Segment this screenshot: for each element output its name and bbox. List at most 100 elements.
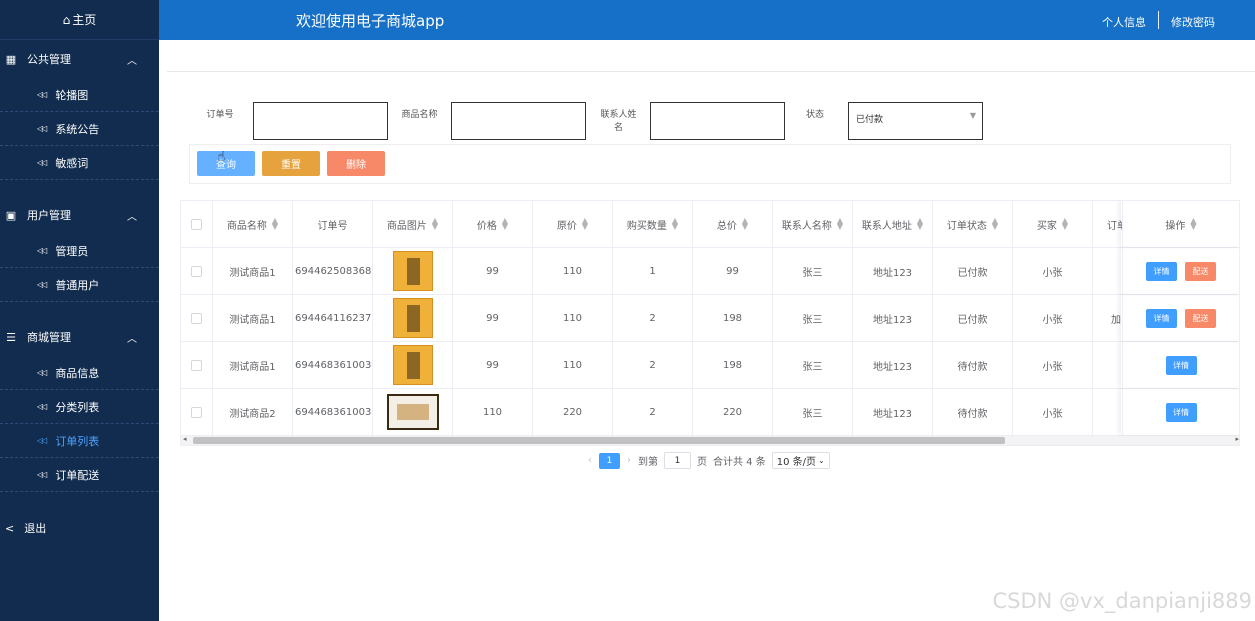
table-cell: 2 [613, 342, 693, 388]
horizontal-scrollbar[interactable]: ◂ ▸ [181, 435, 1239, 445]
scrollbar-thumb[interactable] [193, 437, 1005, 444]
change-password-link[interactable]: 修改密码 [1159, 14, 1227, 30]
column-header[interactable]: 买家 ▲ ▼ [1013, 201, 1093, 247]
cell-value: 张三 [802, 267, 823, 279]
sidebar-group-mall[interactable]: ☰ 商城管理 ︿ [0, 318, 159, 356]
cell-value: 小张 [1042, 314, 1063, 326]
column-header-label: 联系人名称 [781, 220, 832, 232]
sort-icon[interactable]: ▲ ▼ [992, 217, 998, 231]
sidebar-item-admin[interactable]: ◁◁ 管理员 [0, 234, 159, 268]
contact-name-input[interactable] [650, 102, 785, 140]
sidebar-item-products[interactable]: ◁◁ 商品信息 [0, 356, 159, 390]
row-actions-cell: 详情 配送 [1121, 248, 1239, 294]
table-cell: 110 [533, 342, 613, 388]
sidebar-item-notice[interactable]: ◁◁ 系统公告 [0, 112, 159, 146]
column-header-label: 订单号 [317, 220, 348, 232]
table-cell [373, 389, 453, 435]
sidebar-item-carousel[interactable]: ◁◁ 轮播图 [0, 78, 159, 112]
sort-icon[interactable]: ▲ ▼ [1062, 217, 1068, 231]
column-header[interactable]: 原价 ▲ ▼ [533, 201, 613, 247]
select-all-checkbox[interactable] [191, 218, 202, 230]
cell-value: 地址123 [872, 408, 913, 420]
sort-icon[interactable]: ▲ ▼ [502, 217, 508, 231]
sidebar-item-label: 商品信息 [55, 366, 100, 380]
scroll-right-icon[interactable]: ▸ [1235, 435, 1239, 443]
app-title: 欢迎使用电子商城app [296, 12, 445, 30]
sort-icon[interactable]: ▲ ▼ [432, 217, 438, 231]
sidebar-item-normal-users[interactable]: ◁◁ 普通用户 [0, 268, 159, 302]
row-checkbox[interactable] [191, 265, 202, 277]
table-cell [373, 248, 453, 294]
sidebar-group-users[interactable]: ▣ 用户管理 ︿ [0, 196, 159, 234]
profile-link[interactable]: 个人信息 [1090, 14, 1158, 30]
table-cell: 地址123 [853, 295, 933, 341]
product-name-input[interactable] [451, 102, 586, 140]
column-header[interactable]: 操作 ▲ ▼ [1121, 201, 1239, 247]
page-number-current[interactable]: 1 [599, 452, 620, 469]
query-button[interactable]: 查询 [197, 151, 255, 176]
table-cell: 已付款 [933, 248, 1013, 294]
cell-value: 待付款 [957, 361, 988, 373]
sort-icon[interactable]: ▲ ▼ [917, 217, 923, 231]
cell-value: 地址123 [872, 267, 913, 279]
prev-page-icon[interactable]: ‹ [588, 455, 592, 466]
save-icon: ▣ [5, 208, 17, 222]
row-select-cell [181, 342, 213, 388]
sort-icon[interactable]: ▲ ▼ [272, 217, 278, 231]
sidebar-logout[interactable]: < 退出 [0, 510, 159, 546]
sort-icon[interactable]: ▲ ▼ [1190, 217, 1196, 231]
sidebar-item-label: 系统公告 [55, 122, 100, 136]
sidebar-item-categories[interactable]: ◁◁ 分类列表 [0, 390, 159, 424]
sidebar-home[interactable]: ⌂ 主页 [0, 0, 159, 40]
row-checkbox[interactable] [191, 406, 202, 418]
ship-button[interactable]: 配送 [1185, 308, 1216, 328]
column-header-label: 购买数量 [626, 220, 667, 232]
next-page-icon[interactable]: › [627, 455, 631, 466]
cell-value: 地址123 [872, 314, 913, 326]
sort-icon[interactable]: ▲ ▼ [672, 217, 678, 231]
delete-button[interactable]: 删除 [327, 151, 385, 176]
order-no-label: 订单号 [206, 110, 234, 120]
table-cell: 测试商品1 [213, 248, 293, 294]
row-checkbox[interactable] [191, 359, 202, 371]
column-header[interactable]: 订单 [1093, 201, 1123, 247]
reset-button[interactable]: 重置 [262, 151, 320, 176]
sidebar: ⌂ 主页 ▦ 公共管理 ︿ ◁◁ 轮播图 ◁◁ 系统公告 ◁◁ 敏感词 ▣ 用户… [0, 0, 159, 621]
column-header[interactable]: 商品名称 ▲ ▼ [213, 201, 293, 247]
scroll-left-icon[interactable]: ◂ [183, 435, 187, 443]
column-header[interactable]: 联系人地址 ▲ ▼ [853, 201, 933, 247]
column-header[interactable]: 商品图片 ▲ ▼ [373, 201, 453, 247]
status-select[interactable]: 已付款 ▼ [848, 102, 983, 140]
orders-table: 商品名称 ▲ ▼ 订单号 商品图片 ▲ ▼ 价格 ▲ ▼ 原价 ▲ ▼ 购买数量 ▲ ▼ 总价 ▲ ▼ 联系人名称 ▲ ▼… [180, 200, 1240, 446]
page-size-select[interactable]: 10 条/页 ⌄ [771, 452, 830, 469]
detail-button[interactable]: 详情 [1146, 308, 1177, 328]
column-header[interactable]: 订单状态 ▲ ▼ [933, 201, 1013, 247]
sidebar-item-delivery[interactable]: ◁◁ 订单配送 [0, 458, 159, 492]
cell-value: 测试商品2 [229, 408, 276, 420]
divider [167, 71, 1255, 72]
detail-button[interactable]: 详情 [1165, 402, 1197, 422]
status-label: 状态 [805, 110, 824, 120]
sidebar-home-label: 主页 [72, 13, 97, 27]
column-header[interactable]: 联系人名称 ▲ ▼ [773, 201, 853, 247]
goto-suffix: 页 [697, 457, 707, 468]
sort-icon[interactable]: ▲ ▼ [742, 217, 748, 231]
detail-button[interactable]: 详情 [1146, 261, 1177, 281]
column-header[interactable]: 购买数量 ▲ ▼ [613, 201, 693, 247]
sort-icon[interactable]: ▲ ▼ [837, 217, 843, 231]
goto-page-input[interactable]: 1 [664, 452, 691, 469]
cell-value: 220 [722, 406, 743, 418]
column-header[interactable]: 订单号 [293, 201, 373, 247]
column-header[interactable]: 价格 ▲ ▼ [453, 201, 533, 247]
page-size-value: 10 条/页 [776, 457, 817, 468]
sidebar-group-public[interactable]: ▦ 公共管理 ︿ [0, 40, 159, 78]
ship-button[interactable]: 配送 [1185, 261, 1216, 281]
sort-icon[interactable]: ▲ ▼ [582, 217, 588, 231]
column-header[interactable]: 总价 ▲ ▼ [693, 201, 773, 247]
detail-button[interactable]: 详情 [1165, 355, 1197, 375]
order-no-input[interactable] [253, 102, 388, 140]
row-checkbox[interactable] [191, 312, 202, 324]
sidebar-item-sensitive-words[interactable]: ◁◁ 敏感词 [0, 146, 159, 180]
cell-value: 小张 [1042, 408, 1063, 420]
sidebar-item-orders[interactable]: ◁◁ 订单列表 [0, 424, 159, 458]
